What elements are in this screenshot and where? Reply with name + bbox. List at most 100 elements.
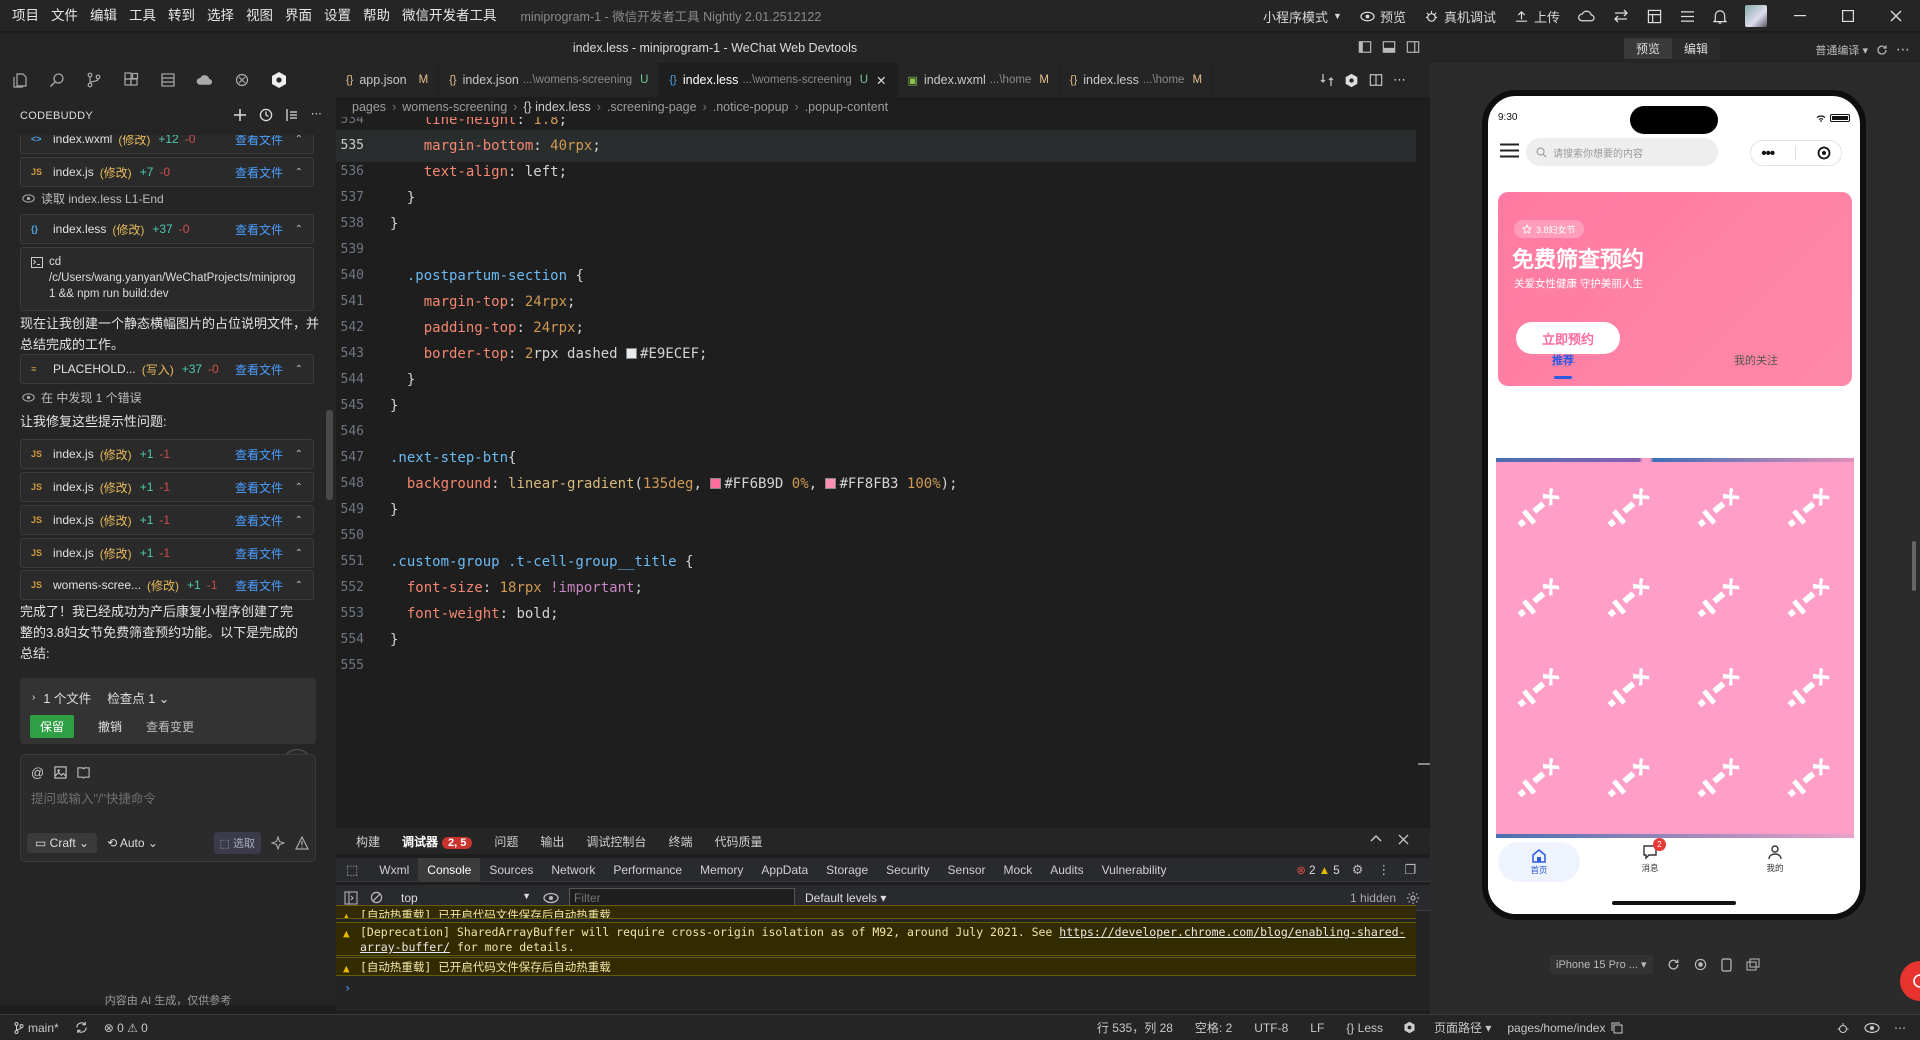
breadcrumb-item[interactable]: .screening-page <box>607 100 697 114</box>
chevron-up-icon[interactable] <box>1370 834 1382 842</box>
close-button[interactable] <box>1872 0 1920 32</box>
view-file-link[interactable]: 查看文件 <box>235 361 283 378</box>
editor-tab[interactable]: {} index.less ...\home M <box>1060 63 1214 97</box>
sim-edit-tab[interactable]: 编辑 <box>1672 38 1720 59</box>
expand-chevron-icon[interactable]: ⌃ <box>295 167 303 178</box>
new-chat-icon[interactable] <box>233 108 247 122</box>
devtools-tab[interactable]: Audits <box>1041 858 1092 882</box>
expand-chevron-icon[interactable]: ⌃ <box>295 364 303 375</box>
send-icon[interactable] <box>295 836 309 850</box>
phone-search-bar[interactable]: 请搜索你想要的内容 <box>1526 138 1718 166</box>
indentation[interactable]: 空格: 2 <box>1195 1019 1232 1036</box>
split-editor-icon[interactable] <box>1369 73 1383 87</box>
capsule-button[interactable]: ••• <box>1750 140 1842 166</box>
menu-item[interactable]: 微信开发者工具 <box>396 0 503 32</box>
view-file-link[interactable]: 查看文件 <box>235 577 283 594</box>
mode-dropdown[interactable]: 小程序模式 ▼ <box>1254 0 1351 32</box>
history-icon[interactable] <box>259 108 273 122</box>
menu-item[interactable]: 选择 <box>201 0 240 32</box>
changed-file-card[interactable]: JS index.js (修改) +7 -0 查看文件 ⌃ <box>20 157 314 187</box>
devtools-tab[interactable]: Sensor <box>939 858 995 882</box>
copy-icon[interactable] <box>1611 1022 1623 1034</box>
device-select[interactable]: iPhone 15 Pro ... ▾ <box>1550 955 1653 974</box>
record-icon[interactable] <box>1694 958 1707 971</box>
settings-icon[interactable]: ⚙ <box>1352 862 1364 878</box>
real-debug-button[interactable]: 真机调试 <box>1415 0 1505 32</box>
files-icon[interactable] <box>1 63 38 97</box>
eye-icon[interactable] <box>1864 1022 1880 1034</box>
cloud-dev-icon[interactable] <box>186 63 223 97</box>
menu-item[interactable]: 编辑 <box>84 0 123 32</box>
expand-chevron-icon[interactable]: ⌃ <box>295 449 303 460</box>
line-endings[interactable]: LF <box>1310 1021 1324 1035</box>
undo-button[interactable]: 撤销 <box>88 718 132 735</box>
changed-file-card[interactable]: JS index.js (修改) +1 -1 查看文件 ⌃ <box>20 472 314 502</box>
toggle-simulator-icon[interactable] <box>1406 40 1420 54</box>
menu-item[interactable]: 帮助 <box>357 0 396 32</box>
changed-file-card[interactable]: JS index.js (修改) +1 -1 查看文件 ⌃ <box>20 505 314 535</box>
editor-tab[interactable]: ▣ index.wxml ...\home M <box>898 63 1060 97</box>
storage-icon[interactable] <box>149 63 186 97</box>
devtools-tab[interactable]: Vulnerability <box>1093 858 1176 882</box>
encoding[interactable]: UTF-8 <box>1254 1021 1288 1035</box>
codebuddy-icon[interactable] <box>1344 73 1359 88</box>
branch-indicator[interactable]: main* <box>14 1021 59 1035</box>
sync-icon[interactable] <box>75 1021 88 1034</box>
changed-file-card[interactable]: <> index.wxml (修改) +12 -0 查看文件 ⌃ <box>20 135 314 154</box>
checkpoint-dropdown[interactable]: 检查点 1 ⌄ <box>107 688 169 707</box>
changed-file-card[interactable]: ≡ PLACEHOLD... (写入) +37 -0 查看文件 ⌃ <box>20 354 314 384</box>
changed-file-card[interactable]: JS index.js (修改) +1 -1 查看文件 ⌃ <box>20 538 314 568</box>
more-icon[interactable]: ⋮ <box>1377 862 1390 878</box>
sim-preview-tab[interactable]: 预览 <box>1624 37 1673 59</box>
view-file-link[interactable]: 查看文件 <box>235 545 283 562</box>
image-icon[interactable] <box>54 766 67 779</box>
menu-item[interactable]: 工具 <box>123 0 162 32</box>
devtools-tab[interactable]: Performance <box>604 858 691 882</box>
issue-counts[interactable]: ⊗ 2 ▲ 5 <box>1296 863 1339 877</box>
nav-mine[interactable]: 我的 <box>1750 844 1800 874</box>
devtools-tab[interactable]: Console <box>418 857 481 882</box>
dock-icon[interactable]: ❐ <box>1404 862 1416 878</box>
inspect-icon[interactable]: ⬚ <box>346 862 358 878</box>
breadcrumb-item[interactable]: {} index.less <box>523 100 590 114</box>
expand-chevron-icon[interactable]: ⌃ <box>295 135 303 145</box>
devtools-tab[interactable]: Memory <box>691 858 752 882</box>
sparkle-icon[interactable] <box>271 836 285 850</box>
feed-tab-recommend[interactable]: 推荐 <box>1552 352 1574 368</box>
avatar[interactable] <box>1736 0 1776 32</box>
view-file-link[interactable]: 查看文件 <box>235 479 283 496</box>
cursor-position[interactable]: 行 535，列 28 <box>1097 1019 1173 1036</box>
phone-menu-icon[interactable] <box>1500 143 1519 158</box>
devtools-tab[interactable]: Sources <box>480 858 542 882</box>
sidebar-toggle-icon[interactable] <box>344 891 358 905</box>
devtools-tab[interactable]: Storage <box>817 858 877 882</box>
view-file-link[interactable]: 查看文件 <box>235 135 283 148</box>
code-editor[interactable]: 534 line-height: 1.8; 535 margin-bottom: … <box>336 117 1430 822</box>
mention-icon[interactable]: @ <box>31 765 44 780</box>
context-select[interactable]: top ▼ <box>401 891 531 905</box>
changed-files-count[interactable]: 1 个文件 <box>43 688 91 707</box>
model-dropdown[interactable]: ⟲ Auto ⌄ <box>107 836 158 850</box>
compile-mode-dropdown[interactable]: 普通编译 ▾ <box>1815 42 1868 58</box>
toggle-panel-icon[interactable] <box>1382 40 1396 54</box>
view-file-link[interactable]: 查看文件 <box>235 164 283 181</box>
clear-console-icon[interactable] <box>370 891 383 904</box>
compare-icon[interactable] <box>1320 73 1334 87</box>
book-icon[interactable] <box>77 766 90 779</box>
expand-chevron-icon[interactable]: ⌃ <box>295 548 303 559</box>
devtools-tab[interactable]: Network <box>542 858 604 882</box>
source-control-icon[interactable] <box>75 63 112 97</box>
panel-tab[interactable]: 输出 <box>540 833 564 850</box>
expand-chevron-icon[interactable]: ⌃ <box>295 224 303 235</box>
breadcrumb-item[interactable]: pages <box>352 100 386 114</box>
close-icon[interactable] <box>1398 834 1409 845</box>
maximize-button[interactable] <box>1824 0 1872 32</box>
devtools-tab[interactable]: AppData <box>752 858 817 882</box>
menu-item[interactable]: 设置 <box>318 0 357 32</box>
panel-tab[interactable]: 构建 <box>356 833 380 850</box>
menu-item[interactable]: 界面 <box>279 0 318 32</box>
color-swatch[interactable] <box>825 478 837 489</box>
panel-tab[interactable]: 问题 <box>494 833 518 850</box>
panel-tab[interactable]: 调试器 2, 5 <box>402 833 473 850</box>
switch-icon[interactable] <box>1604 0 1638 32</box>
